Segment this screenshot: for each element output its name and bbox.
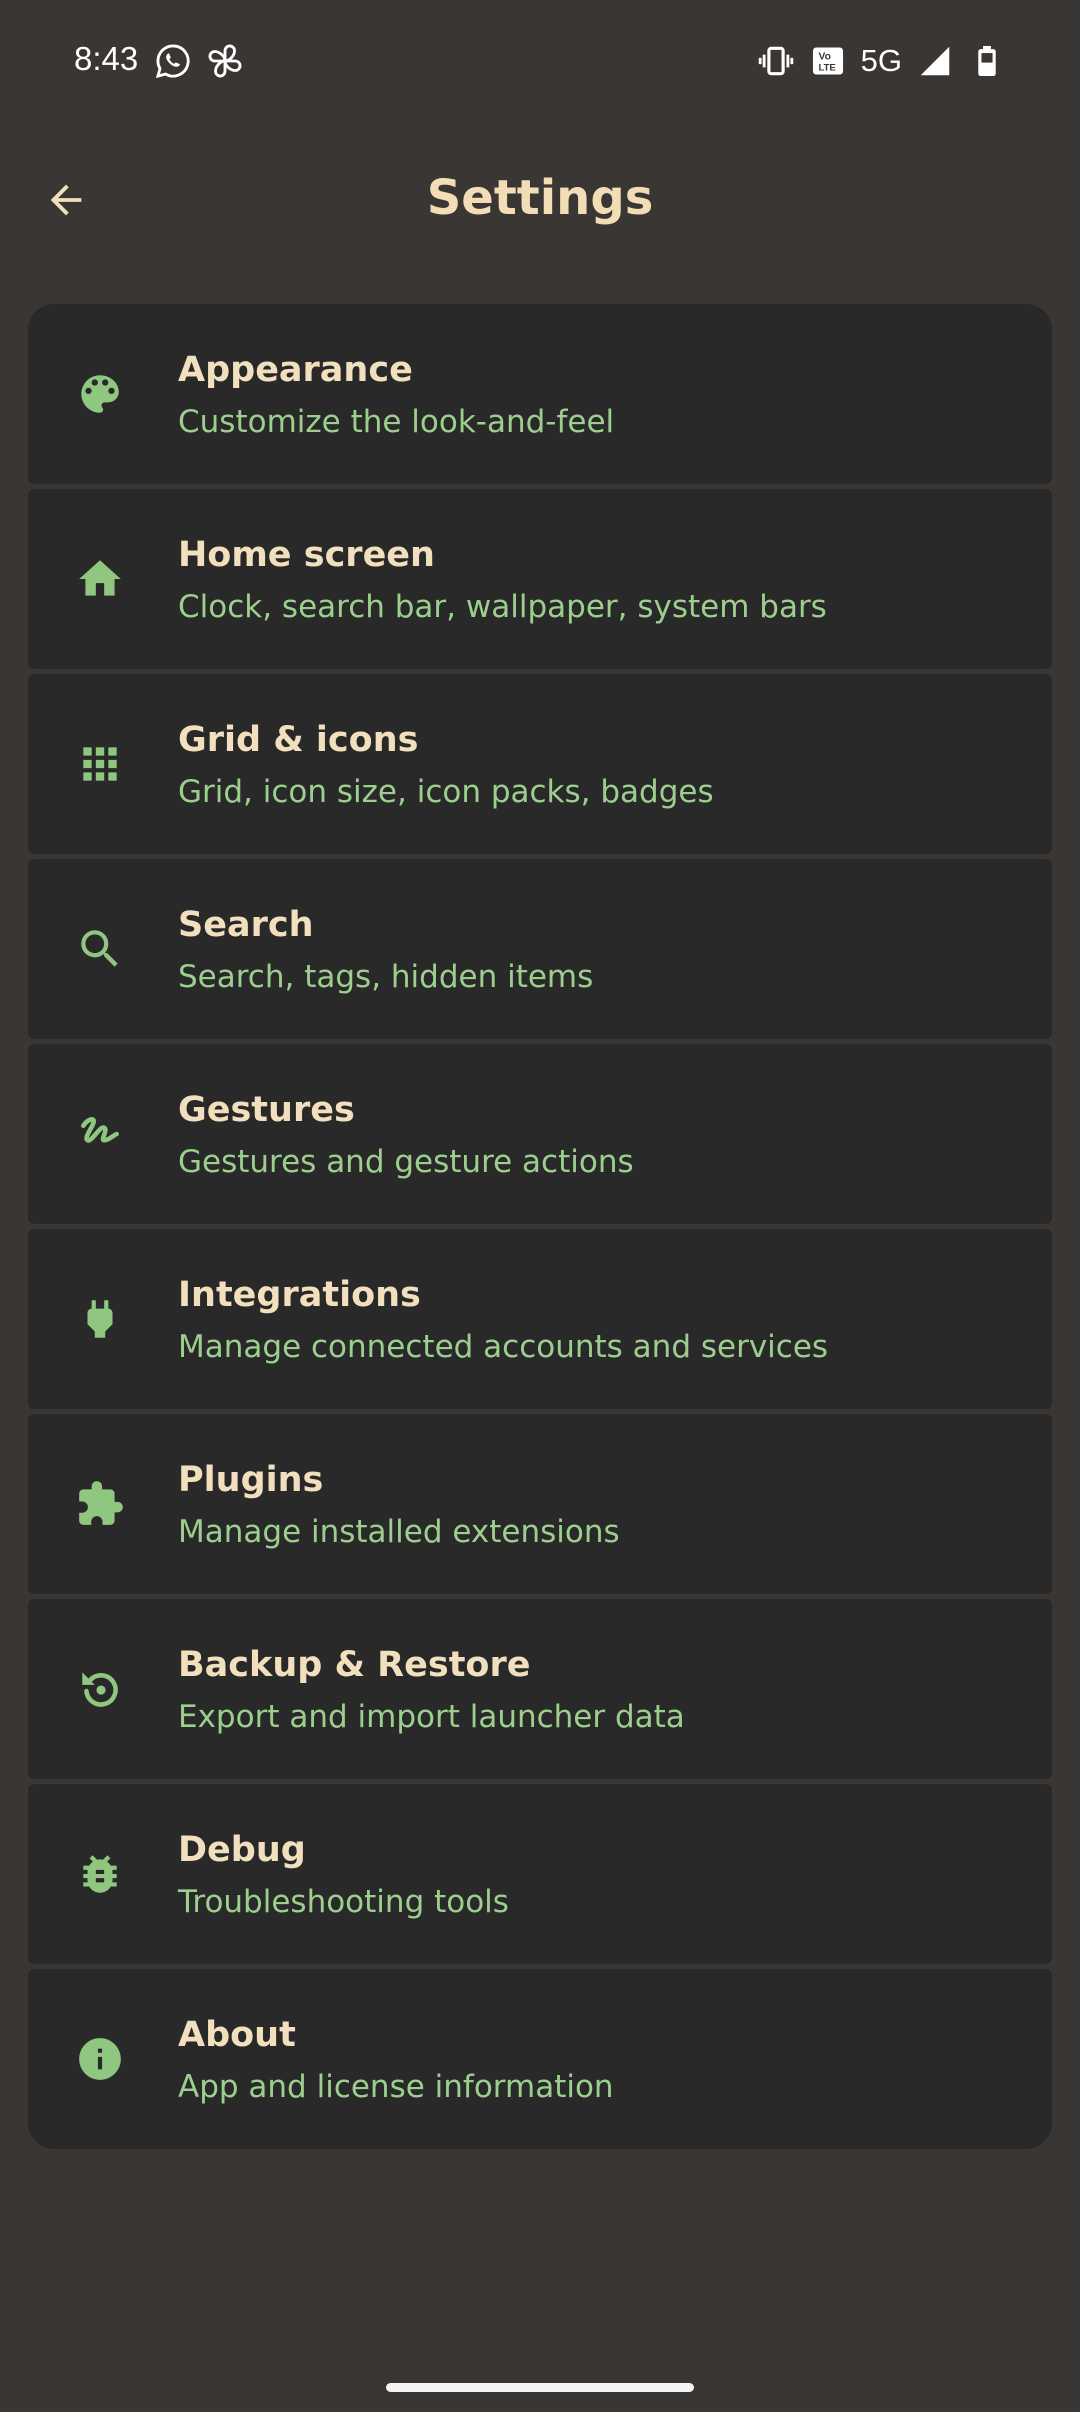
settings-item-title: Plugins — [178, 1460, 324, 1500]
status-time: 8:43 — [74, 40, 139, 77]
grid-icon — [75, 739, 125, 789]
settings-item-subtitle: Customize the look-and-feel — [178, 404, 615, 440]
settings-item-home-screen[interactable]: Home screen Clock, search bar, wallpaper… — [28, 489, 1052, 669]
vibrate-icon — [758, 46, 793, 76]
settings-item-title: Home screen — [178, 535, 435, 575]
settings-item-title: Debug — [178, 1830, 306, 1870]
settings-item-title: About — [178, 2015, 296, 2055]
svg-text:Vo: Vo — [818, 51, 830, 62]
settings-item-backup-restore[interactable]: Backup & Restore Export and import launc… — [28, 1599, 1052, 1779]
puzzle-icon — [75, 1479, 125, 1529]
settings-item-grid-icons[interactable]: Grid & icons Grid, icon size, icon packs… — [28, 674, 1052, 854]
gesture-icon — [75, 1109, 125, 1159]
settings-item-subtitle: App and license information — [178, 2069, 614, 2105]
palette-icon — [75, 369, 125, 419]
plug-icon — [75, 1294, 125, 1344]
home-icon — [75, 554, 125, 604]
status-notification-icons — [154, 42, 244, 80]
gesture-nav-handle[interactable] — [386, 2383, 694, 2392]
settings-item-integrations[interactable]: Integrations Manage connected accounts a… — [28, 1229, 1052, 1409]
network-type-label: 5G — [860, 43, 902, 78]
settings-item-appearance[interactable]: Appearance Customize the look-and-feel — [28, 304, 1052, 484]
settings-item-gestures[interactable]: Gestures Gestures and gesture actions — [28, 1044, 1052, 1224]
settings-item-title: Appearance — [178, 350, 413, 390]
settings-item-search[interactable]: Search Search, tags, hidden items — [28, 859, 1052, 1039]
svg-text:LTE: LTE — [818, 63, 835, 74]
battery-icon — [978, 45, 996, 77]
settings-item-subtitle: Manage connected accounts and services — [178, 1329, 829, 1365]
settings-item-title: Gestures — [178, 1090, 355, 1130]
page-title: Settings — [426, 170, 654, 226]
settings-item-title: Grid & icons — [178, 720, 419, 760]
search-icon — [75, 924, 125, 974]
settings-item-subtitle: Manage installed extensions — [178, 1514, 620, 1550]
bug-icon — [75, 1849, 125, 1899]
status-bar: 8:43 Vo LTE 5G — [0, 0, 1080, 126]
status-system-icons: Vo LTE 5G — [757, 42, 1006, 80]
whatsapp-icon — [155, 44, 190, 79]
settings-item-subtitle: Gestures and gesture actions — [178, 1144, 634, 1180]
settings-item-subtitle: Grid, icon size, icon packs, badges — [178, 774, 714, 810]
info-icon — [75, 2034, 125, 2084]
app-bar: Settings — [0, 140, 1080, 264]
settings-item-about[interactable]: About App and license information — [28, 1969, 1052, 2149]
pinwheel-icon — [208, 44, 242, 78]
settings-item-debug[interactable]: Debug Troubleshooting tools — [28, 1784, 1052, 1964]
settings-item-plugins[interactable]: Plugins Manage installed extensions — [28, 1414, 1052, 1594]
restore-icon — [75, 1664, 125, 1714]
settings-item-subtitle: Troubleshooting tools — [178, 1884, 509, 1920]
signal-icon — [920, 46, 950, 76]
settings-item-subtitle: Search, tags, hidden items — [178, 959, 594, 995]
settings-item-subtitle: Clock, search bar, wallpaper, system bar… — [178, 589, 827, 625]
settings-item-subtitle: Export and import launcher data — [178, 1699, 685, 1735]
settings-list: Appearance Customize the look-and-feel H… — [28, 304, 1052, 2149]
settings-item-title: Search — [178, 905, 314, 945]
settings-item-title: Integrations — [178, 1275, 421, 1315]
settings-item-title: Backup & Restore — [178, 1645, 531, 1685]
volte-icon: Vo LTE — [812, 47, 843, 75]
